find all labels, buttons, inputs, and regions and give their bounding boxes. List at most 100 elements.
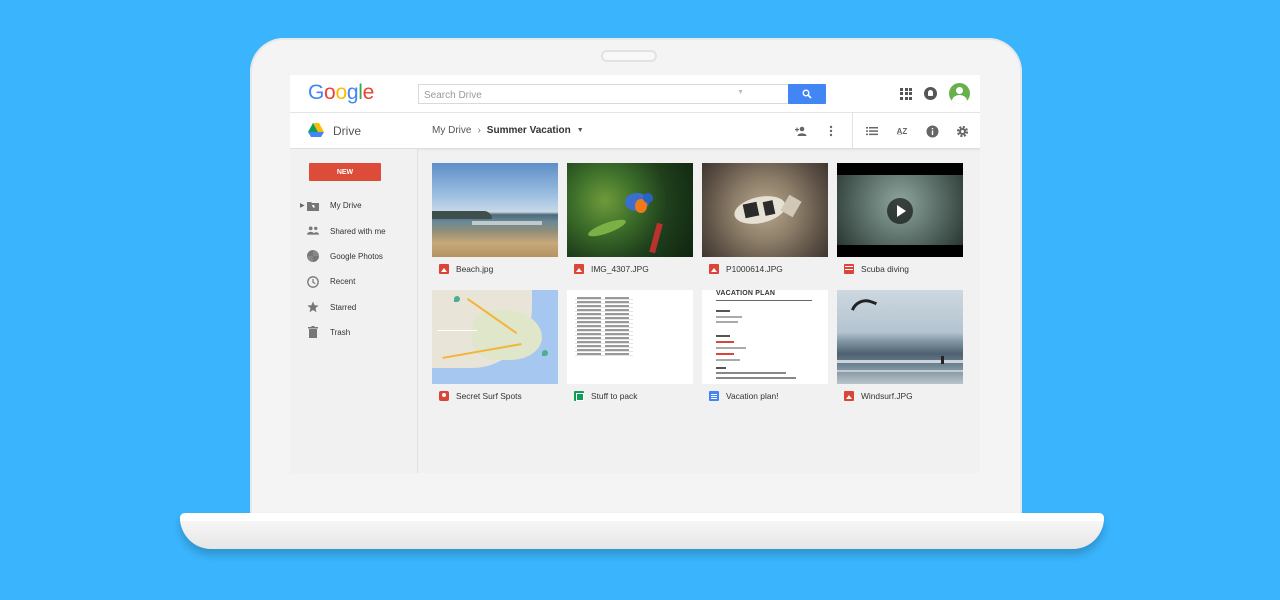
star-icon [307,301,319,313]
search-icon [802,89,812,99]
file-card-vacation-plan[interactable]: VACATION PLAN Vacation plan! [702,290,828,408]
view-actions: A̲Z [863,122,971,140]
file-thumbnail[interactable]: VACATION PLAN [702,290,828,384]
new-button[interactable]: NEW [309,163,381,181]
sidebar-item-starred[interactable]: Starred [290,295,418,320]
file-thumbnail[interactable] [432,163,558,257]
add-person-icon[interactable] [792,122,810,140]
photos-icon [307,250,319,263]
list-view-icon[interactable] [863,122,881,140]
sidebar-nav: ▶ My Drive Shared with me Google Photos … [290,193,418,345]
apps-grid-icon[interactable] [900,87,912,100]
file-name: Beach.jpg [456,264,494,274]
file-name: Scuba diving [861,264,909,274]
drive-window: Google ▼ Drive My Drive › Summer Vacatio… [290,75,980,473]
image-file-icon [574,264,584,274]
sidebar-item-label: Shared with me [330,226,386,236]
file-thumbnail[interactable] [702,163,828,257]
file-thumbnail[interactable] [432,290,558,384]
info-icon[interactable] [923,122,941,140]
breadcrumb-root[interactable]: My Drive [432,125,471,136]
notifications-icon[interactable] [924,87,937,100]
spreadsheet-file-icon [574,391,584,401]
file-card-surf-spots[interactable]: Secret Surf Spots [432,290,558,408]
trash-icon [307,326,319,339]
doc-preview-title: VACATION PLAN [716,290,776,297]
sidebar-item-shared[interactable]: Shared with me [290,218,418,243]
google-logo[interactable]: Google [308,81,374,105]
sidebar-item-my-drive[interactable]: ▶ My Drive [290,193,418,218]
file-name: P1000614.JPG [726,264,783,274]
logo-letter: o [324,81,336,104]
file-name: IMG_4307.JPG [591,264,649,274]
chevron-right-icon: › [477,125,481,136]
expand-caret-icon[interactable]: ▶ [300,202,305,209]
file-card-scuba[interactable]: Scuba diving [837,163,963,281]
file-caption: Beach.jpg [432,257,558,281]
document-file-icon [709,391,719,401]
file-card-img4307[interactable]: IMG_4307.JPG [567,163,693,281]
sidebar-item-label: Trash [330,328,351,338]
file-name: Windsurf.JPG [861,391,913,401]
file-name: Stuff to pack [591,391,638,401]
file-thumbnail[interactable] [567,163,693,257]
file-card-windsurf[interactable]: Windsurf.JPG [837,290,963,408]
file-caption: Scuba diving [837,257,963,281]
breadcrumb: My Drive › Summer Vacation ▼ [432,125,584,136]
sidebar-item-label: Google Photos [330,251,383,261]
search-options-icon[interactable]: ▼ [737,89,744,96]
file-thumbnail[interactable] [567,290,693,384]
file-name: Secret Surf Spots [456,391,522,401]
laptop-camera [601,50,657,62]
drive-logo-icon[interactable] [308,123,324,137]
sidebar-item-trash[interactable]: Trash [290,320,418,345]
file-thumbnail[interactable] [837,290,963,384]
logo-letter: o [335,81,347,104]
file-caption: P1000614.JPG [702,257,828,281]
file-caption: Windsurf.JPG [837,384,963,408]
file-thumbnail[interactable] [837,163,963,257]
sidebar-item-recent[interactable]: Recent [290,269,418,294]
sidebar-item-label: My Drive [330,201,362,211]
file-caption: Secret Surf Spots [432,384,558,408]
caret-down-icon[interactable]: ▼ [577,127,584,134]
toolbar-divider [852,113,853,149]
item-actions [792,122,840,140]
avatar[interactable] [949,83,970,104]
drive-toolbar: Drive My Drive › Summer Vacation ▼ A̲Z [290,113,980,149]
file-name: Vacation plan! [726,391,779,401]
spreadsheet-preview [575,296,633,356]
file-caption: Vacation plan! [702,384,828,408]
sidebar-item-photos[interactable]: Google Photos [290,244,418,269]
top-right-icons [900,83,970,104]
file-card-p1000614[interactable]: P1000614.JPG [702,163,828,281]
logo-letter: G [308,81,325,104]
logo-letter: e [362,81,375,104]
search-button[interactable] [788,84,826,104]
breadcrumb-current[interactable]: Summer Vacation [487,125,571,136]
file-card-stuff-to-pack[interactable]: Stuff to pack [567,290,693,408]
clock-icon [307,275,319,288]
sidebar: NEW ▶ My Drive Shared with me Google Pho… [290,149,418,473]
map-file-icon [439,391,449,401]
people-icon [307,225,319,236]
search-input[interactable] [419,86,759,105]
drive-label[interactable]: Drive [333,124,361,138]
logo-letter: g [346,81,359,104]
image-file-icon [439,264,449,274]
sidebar-item-label: Starred [330,302,357,312]
file-card-beach[interactable]: Beach.jpg [432,163,558,281]
file-caption: IMG_4307.JPG [567,257,693,281]
top-bar: Google ▼ [290,75,980,113]
file-caption: Stuff to pack [567,384,693,408]
sidebar-item-label: Recent [330,277,356,287]
folder-drive-icon [307,200,319,211]
video-file-icon [844,264,854,274]
settings-gear-icon[interactable] [953,122,971,140]
image-file-icon [844,391,854,401]
play-icon[interactable] [887,198,913,224]
image-file-icon [709,264,719,274]
search-box: ▼ [418,84,789,105]
sort-az-icon[interactable]: A̲Z [893,122,911,140]
more-vert-icon[interactable] [822,122,840,140]
